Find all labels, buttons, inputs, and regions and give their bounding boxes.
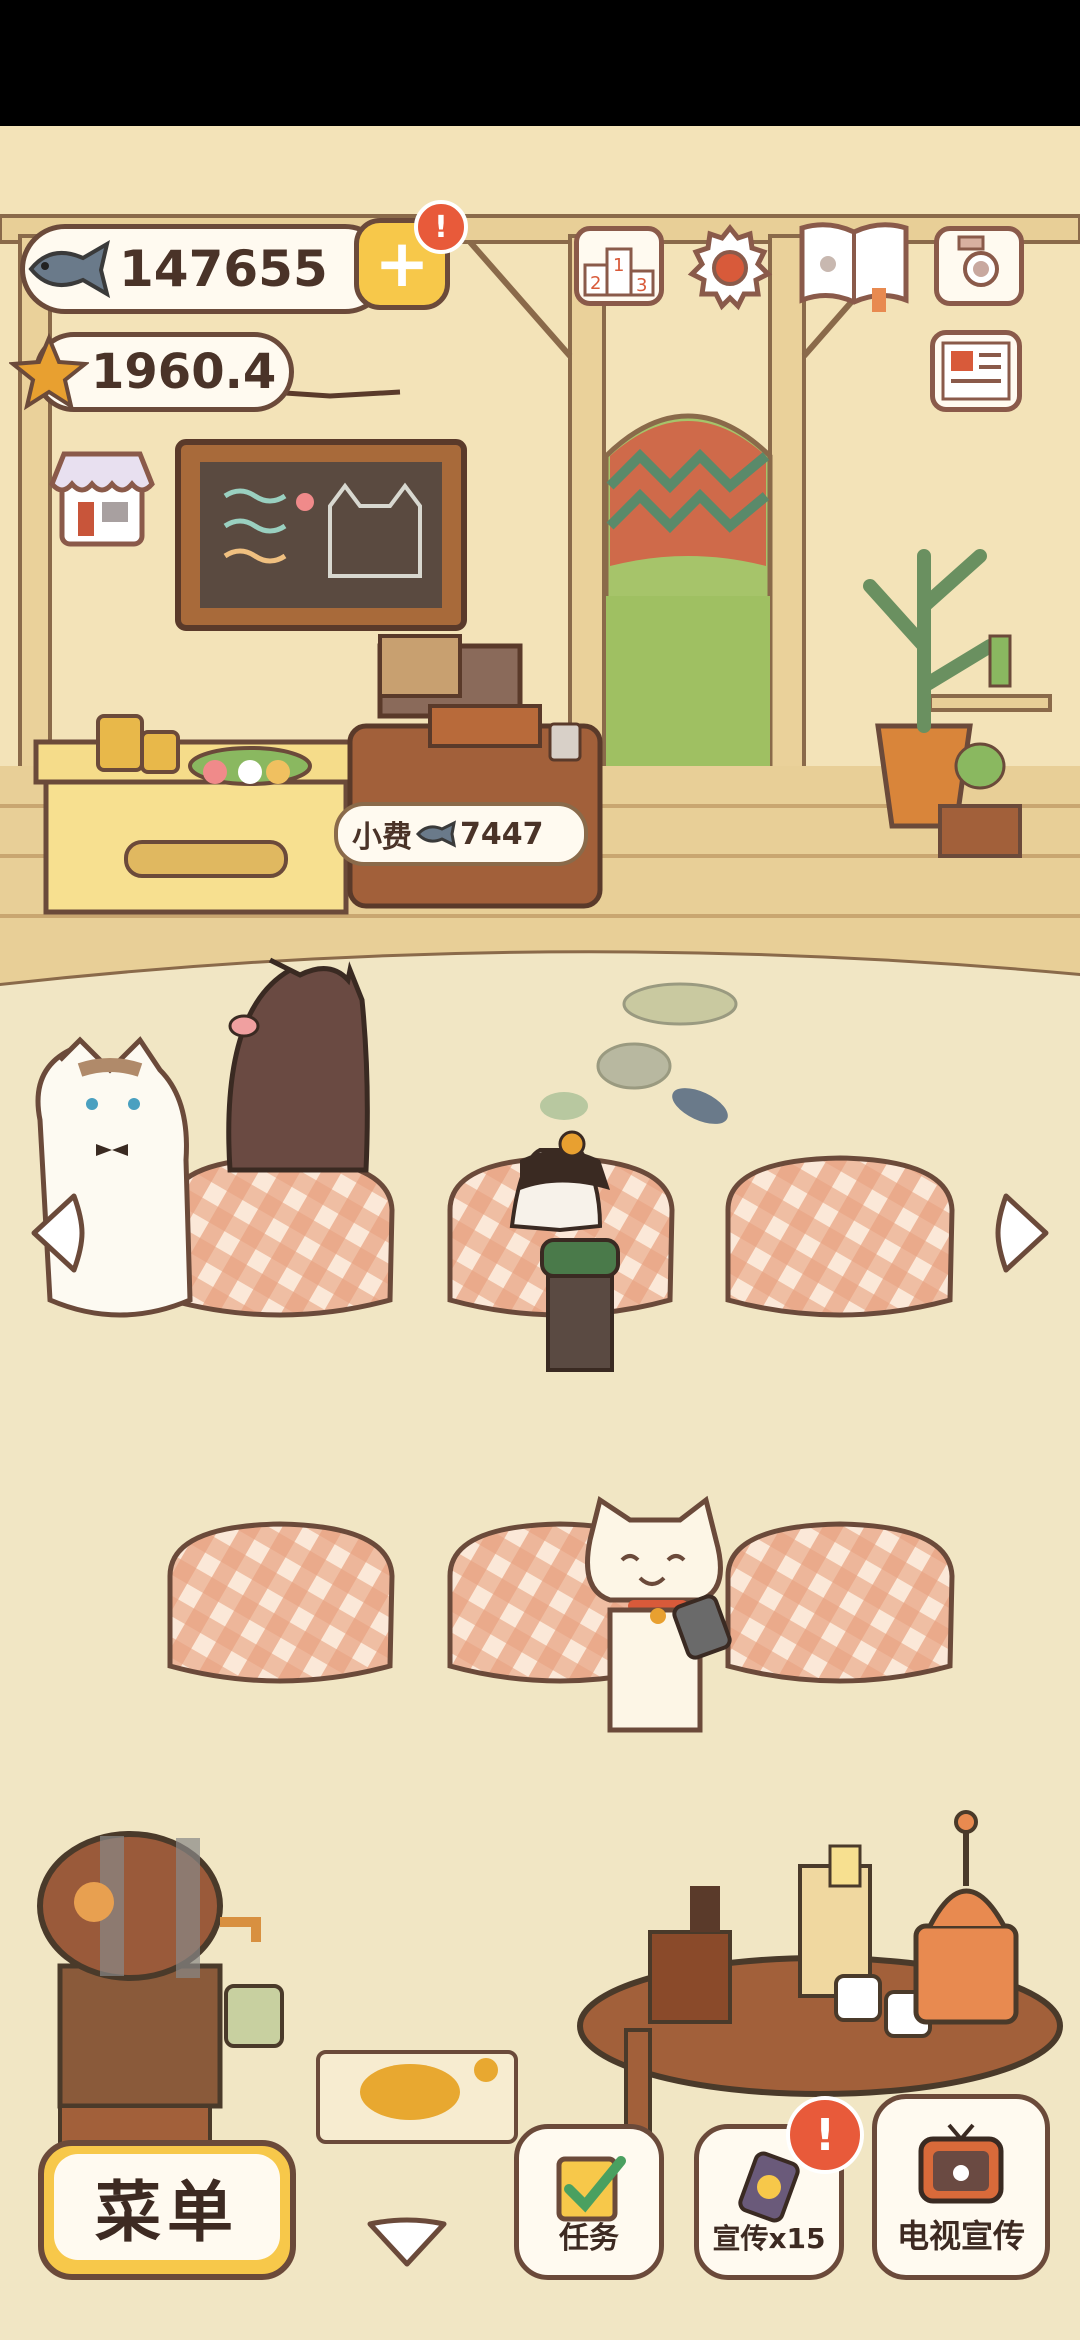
camera-icon [957,235,999,287]
podium-icon: 2 1 3 [583,247,655,297]
scroll-left-arrow[interactable] [22,1188,86,1278]
tip-label: 小费 [352,820,412,855]
paw-book-icon [799,222,909,312]
tv-icon [918,2123,1004,2204]
news-button[interactable] [930,330,1022,412]
settings-button[interactable] [684,222,776,314]
svg-text:1: 1 [613,255,624,276]
star-icon [9,332,89,411]
paw-book-button[interactable] [796,218,912,314]
tv-promote-button[interactable]: 电视宣传 [872,2094,1050,2280]
chevron-left-icon [31,1193,85,1273]
tip-bubble[interactable]: 小费 7447 [334,802,588,866]
tasks-button[interactable]: 任务 [514,2124,664,2280]
fish-currency-pill: 147655 [20,224,390,314]
gear-icon [687,223,773,311]
star-currency-pill: 1960.4 [9,332,294,412]
menu-button[interactable]: 菜单 [38,2140,296,2280]
shop-icon [49,451,155,547]
exclamation-icon: ! [814,2109,836,2161]
fish-amount: 147655 [119,240,328,298]
scroll-right-arrow[interactable] [994,1188,1058,1278]
star-amount: 1960.4 [91,344,277,400]
waiter-cat [585,1495,732,1733]
svg-text:3: 3 [636,275,647,296]
menu-button-inner: 菜单 [54,2154,280,2260]
game-screen: 147655 + ! 1960.4 2 1 3 小费 7447 菜单 任务 宣传… [0,0,1080,2340]
badger-customer [509,1130,620,1372]
fish-icon [415,820,457,848]
checklist-icon [556,2156,626,2222]
chevron-down-icon [367,2217,447,2267]
shop-button[interactable] [46,446,158,550]
expand-down-button[interactable] [362,2212,452,2272]
tv-promote-label: 电视宣传 [896,2217,1025,2255]
svg-text:2: 2 [590,273,601,294]
promote-alert-badge: ! [786,2096,864,2174]
tip-amount: 7447 [460,816,544,852]
add-fish-alert-badge: ! [414,200,468,254]
fish-icon [28,239,111,299]
newspaper-icon [941,341,1011,401]
camera-button[interactable] [934,226,1024,306]
menu-label: 菜单 [95,2174,239,2251]
ranking-button[interactable]: 2 1 3 [574,226,664,306]
chevron-right-icon [995,1193,1049,1273]
exclamation-icon: ! [434,209,448,245]
boar-customer [226,957,370,1173]
